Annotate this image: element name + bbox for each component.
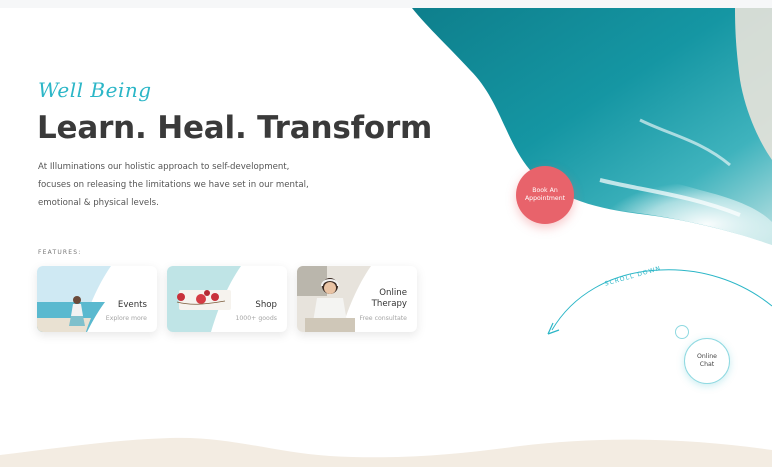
beach-photo-icon [37,266,111,332]
card-title: Shop [255,300,277,310]
card-subtitle: Explore more [105,315,147,322]
intro-line: At Illuminations our holistic approach t… [38,162,290,172]
ocean-image [412,8,772,245]
intro-paragraph: At Illuminations our holistic approach t… [38,158,328,212]
scroll-arc [551,269,772,331]
card-title-line: Therapy [371,299,407,309]
book-appointment-button[interactable]: Book An Appointment [516,166,574,224]
scroll-down-link[interactable]: SCROLL DOWN [604,265,662,288]
card-title-line: Online [379,288,407,298]
online-chat-button[interactable]: Online Chat [684,338,730,384]
card-subtitle: Free consultate [359,315,407,322]
scroll-arrow-head [547,322,560,335]
wave-foam [540,150,772,245]
script-title: Well Being [38,78,152,102]
book-button-line: Appointment [524,195,566,202]
book-button-line: Book An [532,187,558,194]
feature-card-shop[interactable]: Shop 1000+ goods [167,266,287,332]
chat-button-line: Chat [699,361,715,368]
card-subtitle: 1000+ goods [235,315,277,322]
page-title: Learn. Heal. Transform [37,110,433,146]
foam-streak [639,118,731,167]
flowers-photo-icon [167,266,241,332]
sand-wave [0,437,772,467]
intro-line: emotional & physical levels. [38,198,159,208]
card-title: Online Therapy [372,288,407,310]
chat-indicator-dot [675,325,689,339]
sand-shore [735,8,772,160]
features-label: FEATURES: [38,249,82,256]
hero-artwork [0,8,772,467]
feature-card-online-therapy[interactable]: Online Therapy Free consultate [297,266,417,332]
feature-card-events[interactable]: Events Explore more [37,266,157,332]
chat-button-line: Online [697,353,717,360]
top-bar [0,0,772,8]
card-title: Events [117,300,147,310]
intro-line: focuses on releasing the limitations we … [38,180,309,190]
foam-streak [599,178,741,217]
